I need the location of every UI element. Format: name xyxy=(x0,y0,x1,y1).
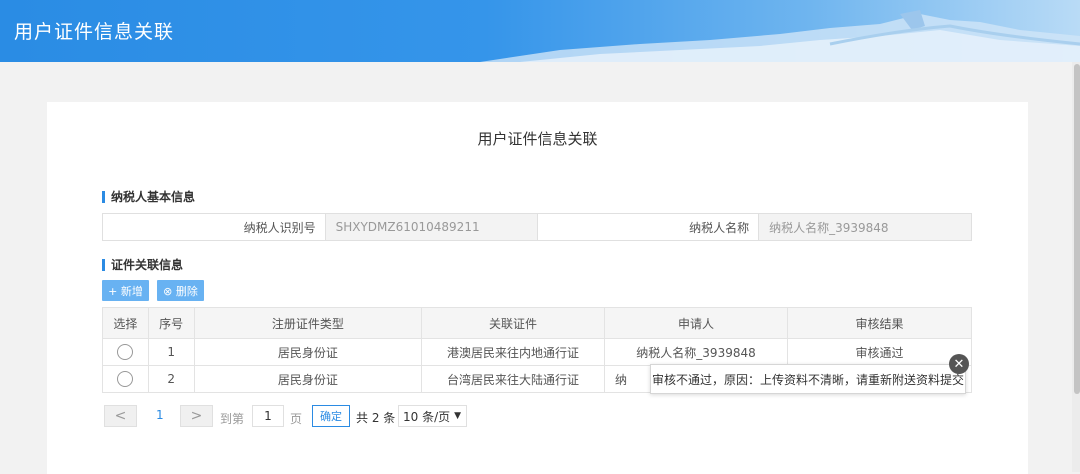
taxpayer-name-label: 纳税人名称 xyxy=(537,214,758,240)
add-button[interactable]: + 新增 xyxy=(102,280,149,301)
content-card: 用户证件信息关联 纳税人基本信息 纳税人识别号 SHXYDMZ610104892… xyxy=(47,102,1028,474)
row-reg-type: 居民身份证 xyxy=(193,338,423,366)
row-index: 2 xyxy=(147,365,195,393)
goto-label: 到第 xyxy=(220,412,245,426)
section-basic-title: 纳税人基本信息 xyxy=(102,191,195,203)
row-applicant: 纳税人名称_3939848 xyxy=(603,338,789,366)
col-header-index: 序号 xyxy=(147,307,195,339)
row-select-cell xyxy=(102,365,149,393)
row-radio[interactable] xyxy=(117,344,134,360)
row-radio[interactable] xyxy=(117,371,134,387)
col-header-select: 选择 xyxy=(102,307,149,339)
row-linked: 港澳居民来往内地通行证 xyxy=(421,338,605,366)
page-suffix-label: 页 xyxy=(290,412,303,426)
audit-reason-tooltip: 审核不通过，原因：上传资料不清晰，请重新附送资料提交 xyxy=(650,364,966,394)
taxpayer-name-field: 纳税人名称_3939848 xyxy=(758,214,971,240)
confirm-button[interactable]: 确定 xyxy=(312,405,350,427)
taxpayer-id-field: SHXYDMZ61010489211 xyxy=(324,214,538,240)
taxpayer-id-label: 纳税人识别号 xyxy=(243,220,316,235)
page-title: 用户证件信息关联 xyxy=(477,130,598,148)
section-cert-title: 证件关联信息 xyxy=(102,259,183,271)
col-header-applicant: 申请人 xyxy=(603,307,789,339)
col-header-reg-type: 注册证件类型 xyxy=(193,307,423,339)
row-result: 审核通过 xyxy=(787,338,972,366)
page-number-input[interactable]: 1 xyxy=(252,405,284,427)
basic-info-table: 纳税人识别号 SHXYDMZ61010489211 纳税人名称 纳税人名称_39… xyxy=(102,213,972,241)
row-linked: 台湾居民来往大陆通行证 xyxy=(421,365,605,393)
col-header-result: 审核结果 xyxy=(787,307,972,339)
col-header-linked: 关联证件 xyxy=(421,307,605,339)
page-size-value: 10 条/页 xyxy=(403,409,451,424)
great-wall-illustration xyxy=(480,10,1080,62)
row-index: 1 xyxy=(147,338,195,366)
app-title: 用户证件信息关联 xyxy=(14,21,175,43)
scrollbar-thumb[interactable] xyxy=(1074,64,1080,394)
delete-button[interactable]: ⊗ 删除 xyxy=(157,280,204,301)
next-page-button[interactable]: > xyxy=(180,405,213,427)
total-count: 共 2 条 xyxy=(356,411,396,425)
current-page[interactable]: 1 xyxy=(156,408,164,432)
chevron-down-icon: ▼ xyxy=(454,411,462,421)
close-icon[interactable]: ✕ xyxy=(949,354,969,374)
tooltip-text: 审核不通过，原因：上传资料不清晰，请重新附送资料提交 xyxy=(651,372,964,387)
page-size-select[interactable]: 10 条/页 ▼ xyxy=(398,405,467,427)
prev-page-button[interactable]: < xyxy=(104,405,137,427)
table-row[interactable]: 1 居民身份证 港澳居民来往内地通行证 纳税人名称_3939848 审核通过 xyxy=(102,338,972,366)
row-select-cell xyxy=(102,338,149,366)
row-reg-type: 居民身份证 xyxy=(193,365,423,393)
top-banner: 用户证件信息关联 xyxy=(0,0,1080,62)
